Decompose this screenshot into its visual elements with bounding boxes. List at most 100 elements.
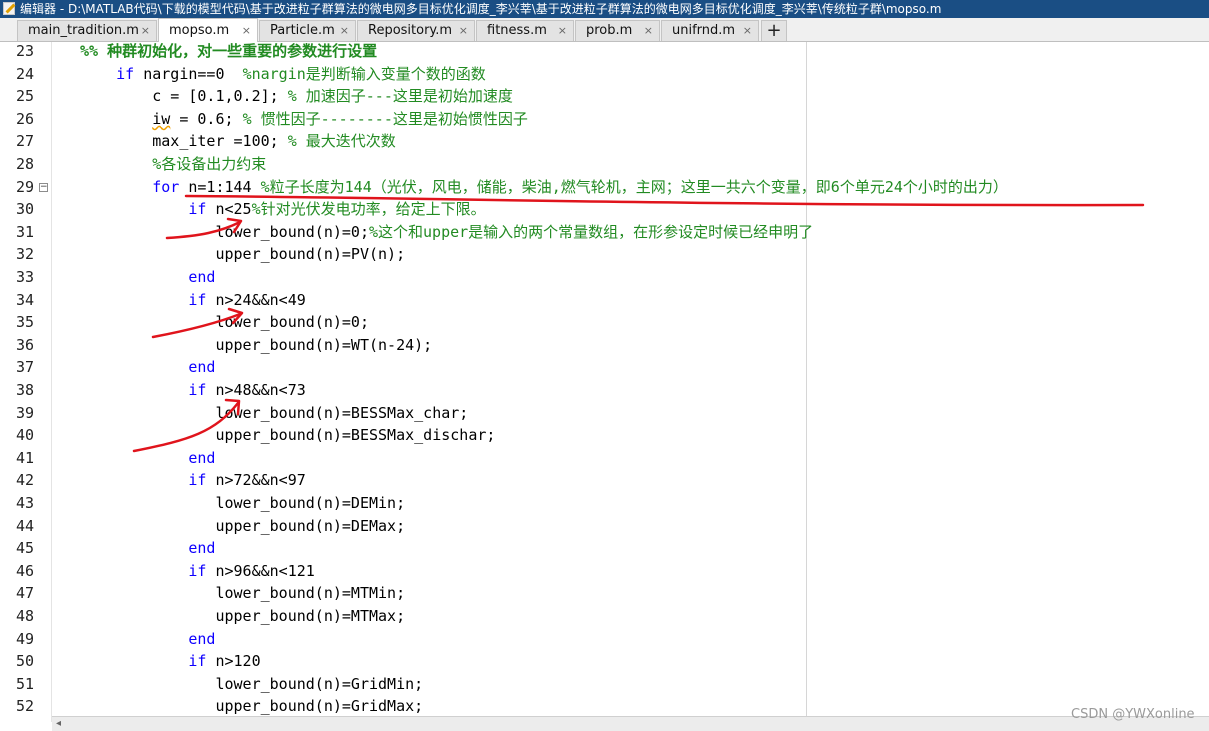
tab-label: prob.m [586,23,633,38]
code-line[interactable]: 49 end [0,628,1209,651]
tab-repository[interactable]: Repository.m × [357,20,475,41]
code-line[interactable]: 46 if n>96&&n<121 [0,560,1209,583]
code-line[interactable]: 36 upper_bound(n)=WT(n-24); [0,334,1209,357]
code-editor[interactable]: 23 %% 种群初始化，对一些重要的参数进行设置 24 if nargin==0 %… [0,42,1209,722]
tab-unifrnd[interactable]: unifrnd.m × [661,20,759,41]
code-text: end [80,356,215,379]
fold-toggle-icon[interactable]: − [39,182,48,192]
code-line[interactable]: 25 c = [0.1,0.2]; % 加速因子---这里是初始加速度 [0,85,1209,108]
code-line[interactable]: 48 upper_bound(n)=MTMax; [0,605,1209,628]
code-line[interactable]: 26 iw = 0.6; % 惯性因子--------这里是初始惯性因子 [0,108,1209,131]
code-line[interactable]: 34 if n>24&&n<49 [0,289,1209,312]
code-line[interactable]: 24 if nargin==0 %nargin是判断输入变量个数的函数 [0,63,1209,86]
code-text: if n<25%针对光伏发电功率，给定上下限。 [80,198,486,221]
keyword-token: if [188,471,207,490]
code-line[interactable]: 30 if n<25%针对光伏发电功率，给定上下限。 [0,198,1209,221]
window-title: 编辑器 - D:\MATLAB代码\下载的模型代码\基于改进粒子群算法的微电网多… [20,2,942,16]
code-line[interactable]: 43 lower_bound(n)=DEMin; [0,492,1209,515]
code-line[interactable]: 37 end [0,356,1209,379]
code-token: n=1:144 [179,177,261,196]
code-line[interactable]: 28 %各设备出力约束 [0,153,1209,176]
code-text: end [80,447,215,470]
code-text: lower_bound(n)=0;%这个和upper是输入的两个常量数组，在形参… [80,221,813,244]
code-text: upper_bound(n)=BESSMax_dischar; [80,424,495,447]
code-line[interactable]: 32 upper_bound(n)=PV(n); [0,243,1209,266]
keyword-token: for [152,177,180,196]
close-icon[interactable]: × [558,21,567,41]
code-line[interactable]: 50 if n>120 [0,650,1209,673]
code-text: if n>24&&n<49 [80,289,305,312]
comment-token: %针对光伏发电功率，给定上下限。 [251,200,486,219]
comment-token: %各设备出力约束 [152,155,267,173]
code-line[interactable]: 35 lower_bound(n)=0; [0,311,1209,334]
tab-prob[interactable]: prob.m × [575,20,660,41]
code-line[interactable]: 45 end [0,537,1209,560]
line-number: 50 [15,652,34,671]
tab-particle[interactable]: Particle.m × [259,20,356,41]
code-text: lower_bound(n)=MTMin; [80,582,405,605]
code-line[interactable]: 44 upper_bound(n)=DEMax; [0,515,1209,538]
tab-mopso[interactable]: mopso.m × [158,18,258,42]
code-text: upper_bound(n)=WT(n-24); [80,334,432,357]
code-text: iw = 0.6; % 惯性因子--------这里是初始惯性因子 [80,108,528,131]
line-number: 25 [15,87,34,106]
code-line[interactable]: 47 lower_bound(n)=MTMin; [0,582,1209,605]
close-icon[interactable]: × [459,21,468,41]
scroll-left-icon[interactable]: ◂ [56,718,61,729]
code-text: lower_bound(n)=BESSMax_char; [80,402,468,425]
code-line[interactable]: 51 lower_bound(n)=GridMin; [0,673,1209,696]
code-line[interactable]: 38 if n>48&&n<73 [0,379,1209,402]
tab-main-tradition[interactable]: main_tradition.m × [17,20,157,41]
line-number: 29 [15,177,34,196]
comment-token: % 最大迭代次数 [287,132,396,151]
comment-token: %这个和upper是输入的两个常量数组，在形参设定时候已经申明了 [368,222,814,241]
close-icon[interactable]: × [743,21,752,41]
horizontal-scrollbar[interactable]: ◂ [52,716,1209,731]
code-text: lower_bound(n)=GridMin; [80,673,423,696]
code-text: upper_bound(n)=PV(n); [80,243,405,266]
code-line[interactable]: 42 if n>72&&n<97 [0,469,1209,492]
line-number: 45 [15,539,34,558]
tab-fitness[interactable]: fitness.m × [476,20,574,41]
code-line[interactable]: 29− for n=1:144 %粒子长度为144（光伏，风电，储能，柴油,燃气… [0,176,1209,199]
comment-token: %% 种群初始化，对一些重要的参数进行设置 [80,42,378,60]
line-number: 24 [15,64,34,83]
close-icon[interactable]: × [242,19,251,43]
code-line[interactable]: 40 upper_bound(n)=BESSMax_dischar; [0,424,1209,447]
keyword-token: if [188,200,207,219]
tab-label: Particle.m [270,23,335,38]
code-line[interactable]: 41 end [0,447,1209,470]
comment-token: %粒子长度为144（光伏，风电，储能，柴油,燃气轮机，主网；这里一共六个变量，即… [260,177,1008,196]
line-number: 39 [15,403,34,422]
code-text: if n>72&&n<97 [80,469,305,492]
line-number: 48 [15,607,34,625]
code-token: nargin==0 [134,64,243,83]
code-line[interactable]: 52 upper_bound(n)=GridMax; [0,695,1209,718]
code-token: upper_bound(n)=DEMax; [80,516,406,535]
add-tab-button[interactable]: + [761,20,787,41]
code-line[interactable]: 23 %% 种群初始化，对一些重要的参数进行设置 [0,42,1209,63]
code-line[interactable]: 31 lower_bound(n)=0;%这个和upper是输入的两个常量数组，… [0,221,1209,244]
code-token: n>48&&n<73 [206,381,306,399]
close-icon[interactable]: × [141,21,150,41]
code-line[interactable]: 39 lower_bound(n)=BESSMax_char; [0,402,1209,425]
code-token: max_iter =100; [80,132,288,151]
line-number: 32 [15,245,34,264]
code-line[interactable]: 27 max_iter =100; % 最大迭代次数 [0,130,1209,153]
line-number: 47 [15,584,34,603]
close-icon[interactable]: × [644,21,653,41]
code-token: c = [0.1,0.2]; [80,87,288,106]
line-number: 43 [15,494,34,512]
line-number: 37 [15,358,34,377]
close-icon[interactable]: × [340,21,349,41]
code-text: upper_bound(n)=MTMax; [80,605,405,628]
code-line[interactable]: 33 end [0,266,1209,289]
